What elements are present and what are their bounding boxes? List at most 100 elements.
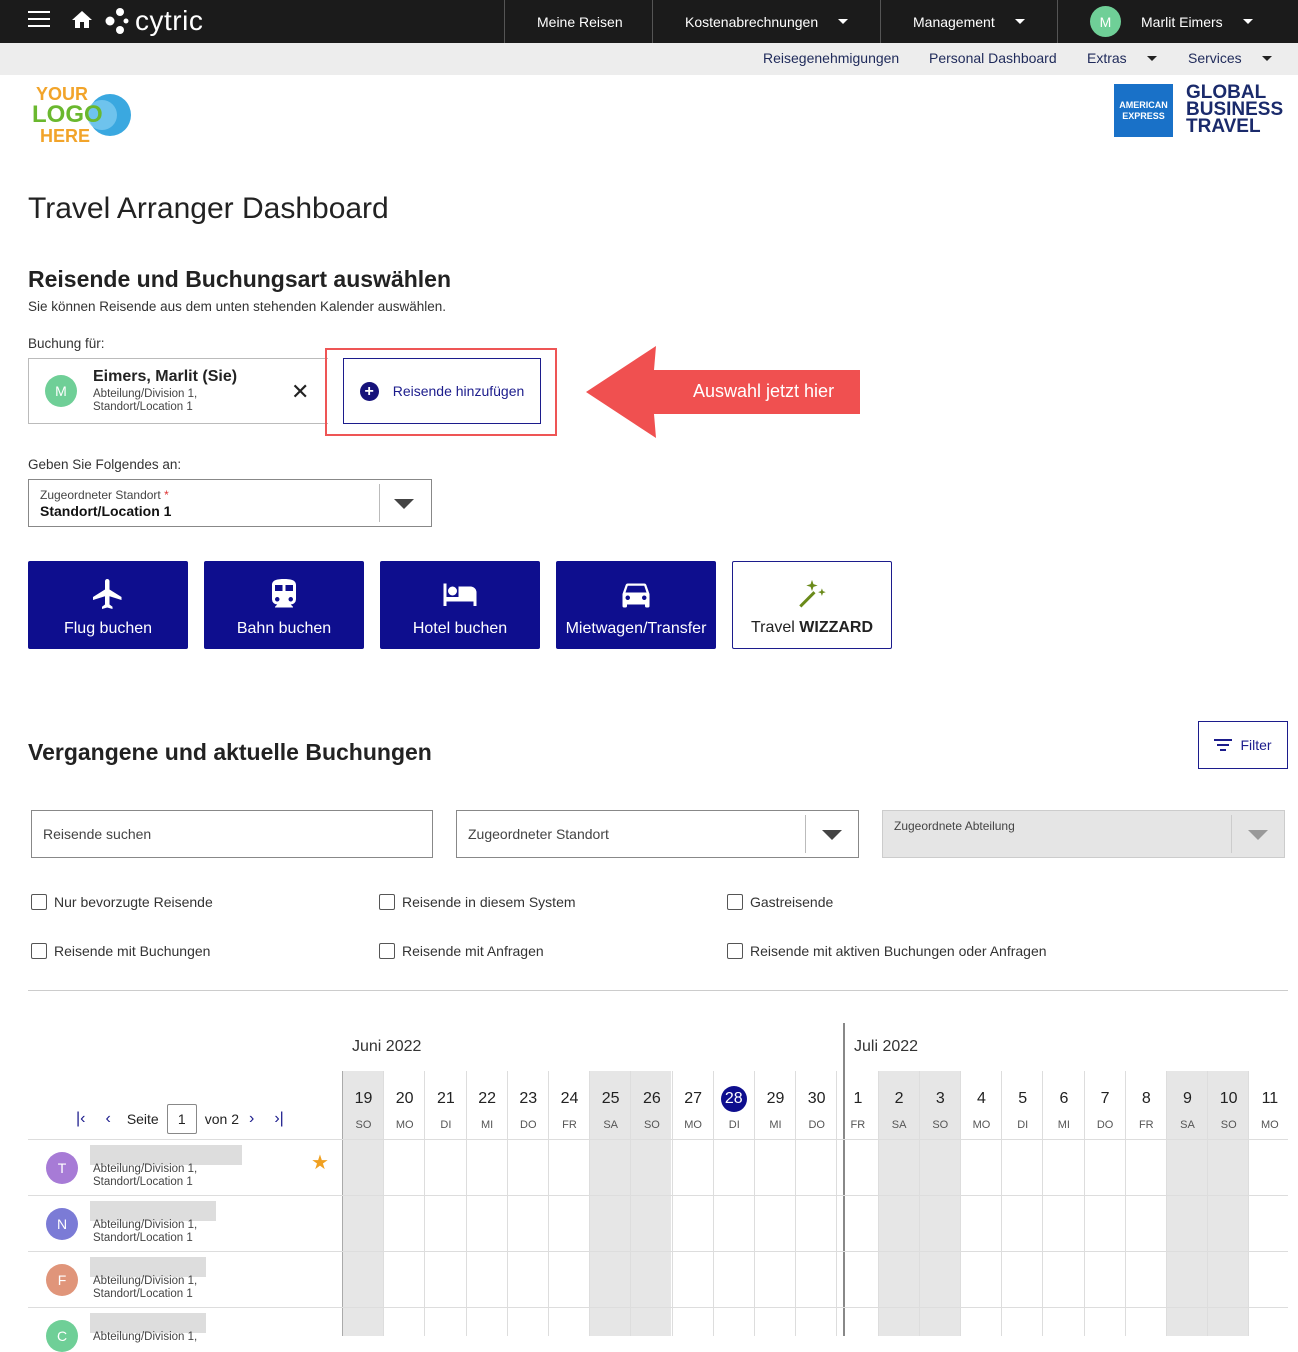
book-flight-button[interactable]: Flug buchen <box>28 561 188 649</box>
traveler-name: Eimers, Marlit (Sie) <box>93 368 238 385</box>
checkbox-travelers-with-bookings[interactable]: Reisende mit Buchungen <box>31 943 210 959</box>
book-hotel-button[interactable]: Hotel buchen <box>380 561 540 649</box>
calendar-day-column[interactable]: 30 DO <box>795 1071 836 1336</box>
row-divider <box>28 1307 1288 1308</box>
day-number: 9 <box>1183 1090 1192 1107</box>
checkbox-box[interactable] <box>31 943 47 959</box>
home-icon[interactable] <box>70 8 94 32</box>
day-number: 19 <box>354 1090 373 1107</box>
checkbox-box[interactable] <box>379 894 395 910</box>
day-of-week: MO <box>395 1119 414 1131</box>
calendar-day-column[interactable]: 25 SA <box>589 1071 631 1336</box>
calendar-day-column[interactable]: 23 DO <box>506 1071 548 1336</box>
traveler-avatar[interactable]: T <box>46 1152 78 1184</box>
day-of-week: DI <box>440 1119 452 1131</box>
day-of-week: DI <box>1017 1119 1029 1131</box>
day-of-week: DI <box>728 1119 740 1131</box>
day-number: 24 <box>560 1090 579 1107</box>
calendar-day-column[interactable]: 21 DI <box>424 1071 465 1336</box>
filter-button[interactable]: Filter <box>1198 721 1288 769</box>
assigned-location-filter-select[interactable]: Zugeordneter Standort <box>456 810 859 858</box>
selected-traveler-card: M Eimers, Marlit (Sie) Abteilung/Divisio… <box>28 358 328 424</box>
checkbox-box[interactable] <box>379 943 395 959</box>
previous-page-icon[interactable]: ‹ <box>105 1110 110 1128</box>
nav-user-menu[interactable]: M Marlit Eimers <box>1057 0 1289 43</box>
subnav-label: Services <box>1188 50 1242 66</box>
calendar-day-column[interactable]: 3 SO <box>918 1071 960 1336</box>
subnav-reisegenehmigungen[interactable]: Reisegenehmigungen <box>763 50 899 66</box>
traveler-location: Standort/Location 1 <box>93 1176 193 1188</box>
redacted-traveler-name[interactable] <box>90 1201 216 1221</box>
calendar-day-column[interactable]: 4 MO <box>960 1071 1001 1336</box>
checkbox-box[interactable] <box>31 894 47 910</box>
chevron-down-icon <box>394 499 414 509</box>
calendar-day-column[interactable]: 2 SA <box>877 1071 919 1336</box>
checkbox-travelers-in-system[interactable]: Reisende in diesem System <box>379 894 576 910</box>
travel-wizzard-button[interactable]: Travel WIZZARD <box>732 561 892 649</box>
remove-traveler-close-icon[interactable]: ✕ <box>291 381 309 403</box>
subnav-services[interactable]: Services <box>1188 50 1272 66</box>
hamburger-menu-icon[interactable] <box>28 11 50 29</box>
checkbox-box[interactable] <box>727 943 743 959</box>
day-of-week: SA <box>1180 1119 1195 1131</box>
calendar-day-column[interactable]: 5 DI <box>1001 1071 1042 1336</box>
checkbox-preferred-travelers[interactable]: Nur bevorzugte Reisende <box>31 894 213 910</box>
book-car-transfer-button[interactable]: Mietwagen/Transfer <box>556 561 716 649</box>
calendar-day-column[interactable]: 20 MO <box>383 1071 424 1336</box>
checkbox-travelers-with-requests[interactable]: Reisende mit Anfragen <box>379 943 544 959</box>
day-of-week: SA <box>603 1119 619 1131</box>
car-icon <box>622 583 650 608</box>
subnav-extras[interactable]: Extras <box>1087 50 1157 66</box>
page-label: Seite <box>126 1111 159 1127</box>
redacted-traveler-name[interactable] <box>90 1145 242 1165</box>
book-train-button[interactable]: Bahn buchen <box>204 561 364 649</box>
calendar-day-column[interactable]: 26 SO <box>630 1071 672 1336</box>
page-number-input[interactable]: 1 <box>166 1104 197 1134</box>
day-number: 21 <box>436 1090 455 1107</box>
nav-label: Meine Reisen <box>537 13 623 30</box>
page-total: von 2 <box>204 1111 239 1127</box>
calendar-day-column[interactable]: 24 FR <box>548 1071 589 1336</box>
tile-label: Flug buchen <box>63 620 153 637</box>
calendar-day-column[interactable]: 9 SA <box>1166 1071 1207 1336</box>
cytric-logo[interactable]: cytric <box>105 3 203 39</box>
calendar-day-column[interactable]: 22 MI <box>465 1071 507 1336</box>
first-page-icon[interactable]: |‹ <box>76 1110 85 1128</box>
wizzard-prefix: Travel <box>750 619 800 636</box>
calendar-day-column[interactable]: 28 DI <box>712 1071 754 1336</box>
redacted-traveler-name[interactable] <box>90 1313 206 1333</box>
checkbox-box[interactable] <box>727 894 743 910</box>
nav-management[interactable]: Management <box>880 0 1057 43</box>
traveler-search-input[interactable]: Reisende suchen <box>31 810 433 858</box>
svg-text:LOGO: LOGO <box>32 101 103 128</box>
nav-kostenabrechnungen[interactable]: Kostenabrechnungen <box>652 0 880 43</box>
redacted-traveler-name[interactable] <box>90 1257 206 1277</box>
checkbox-active-bookings-or-requests[interactable]: Reisende mit aktiven Buchungen oder Anfr… <box>727 943 1047 959</box>
subnav-personal-dashboard[interactable]: Personal Dashboard <box>929 50 1057 66</box>
calendar-day-column[interactable]: 19 SO <box>342 1071 383 1336</box>
gbt-wordmark: GLOBAL BUSINESS TRAVEL <box>1186 83 1283 136</box>
checkbox-guest-travelers[interactable]: Gastreisende <box>727 894 833 910</box>
traveler-avatar[interactable]: F <box>46 1264 78 1296</box>
calendar-day-column[interactable]: 11 MO <box>1248 1071 1289 1336</box>
assigned-location-select[interactable]: Zugeordneter Standort * Standort/Locatio… <box>28 479 432 527</box>
day-of-week: DO <box>520 1119 537 1131</box>
nav-meine-reisen[interactable]: Meine Reisen <box>504 0 652 43</box>
amex-line: EXPRESS <box>1122 110 1165 121</box>
calendar-day-column[interactable]: 10 SO <box>1207 1071 1249 1336</box>
calendar-day-column[interactable]: 27 MO <box>671 1071 713 1336</box>
traveler-department: Abteilung/Division 1, <box>93 1219 198 1231</box>
calendar-day-column[interactable]: 6 MI <box>1042 1071 1083 1336</box>
calendar-day-column[interactable]: 7 DO <box>1083 1071 1125 1336</box>
next-page-icon[interactable]: › <box>249 1110 254 1128</box>
traveler-avatar[interactable]: C <box>46 1320 78 1352</box>
traveler-row-details: Abteilung/Division 1, Standort/Location 1 <box>93 1163 197 1189</box>
subnav-label: Extras <box>1087 50 1127 66</box>
last-page-icon[interactable]: ›| <box>274 1110 283 1128</box>
traveler-avatar[interactable]: N <box>46 1208 78 1240</box>
user-avatar: M <box>1090 6 1121 37</box>
calendar-day-column[interactable]: 29 MI <box>754 1071 795 1336</box>
chevron-down-icon <box>822 830 842 840</box>
calendar-day-column[interactable]: 8 FR <box>1124 1071 1166 1336</box>
favorite-star-icon[interactable]: ★ <box>311 1150 329 1175</box>
